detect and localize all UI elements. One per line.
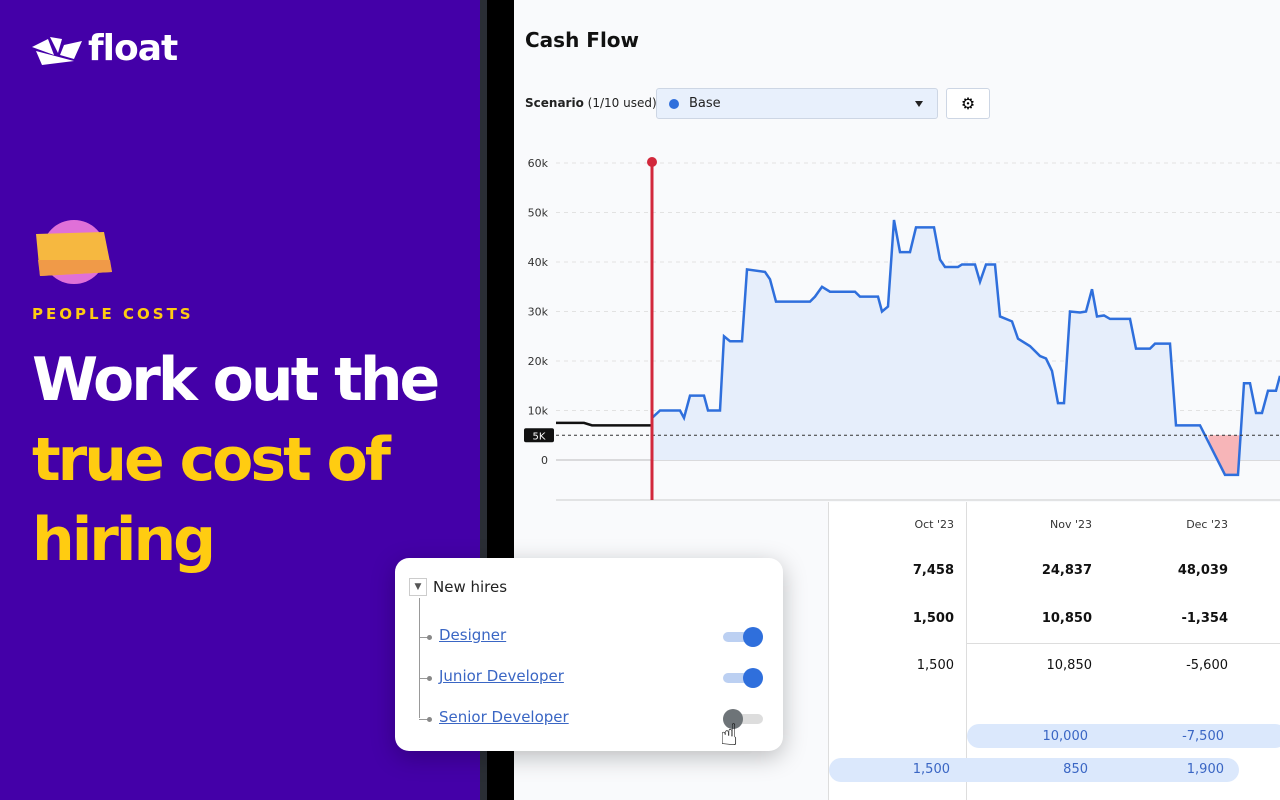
brand-name: float (88, 28, 178, 69)
y-tick-label: 60k (528, 157, 549, 170)
hire-toggle[interactable] (723, 668, 763, 688)
table-cell: 10,850 (1046, 658, 1093, 673)
table-cell: 48,039 (1177, 563, 1228, 578)
table-cell: -1,354 (1181, 611, 1228, 626)
toggle-knob (743, 627, 763, 647)
y-tick-label: 50k (528, 207, 549, 220)
hire-toggle[interactable] (723, 627, 763, 647)
table-cell: 1,500 (912, 611, 954, 626)
headline-line-1: Work out the (32, 345, 440, 415)
group-label: New hires (433, 578, 508, 596)
table-cell: 1,900 (1186, 762, 1224, 777)
month-header: Oct '23 (914, 518, 954, 531)
hire-link[interactable]: Designer (439, 626, 506, 644)
threshold-label: 5K (533, 431, 546, 442)
tree-line (419, 598, 420, 718)
money-icon (36, 220, 112, 284)
tree-node-dot (427, 717, 432, 722)
month-header: Dec '23 (1186, 518, 1228, 531)
cash-flow-table (828, 502, 1280, 800)
boat-icon (32, 36, 82, 65)
hand-cursor-icon: ☝ (720, 718, 739, 753)
eyebrow: PEOPLE COSTS (32, 305, 194, 323)
tree-node-dot (427, 635, 432, 640)
y-tick-label: 20k (528, 355, 549, 368)
new-hires-group[interactable]: ▼ New hires (409, 578, 507, 596)
toggle-knob (743, 668, 763, 688)
table-cell: 1,500 (916, 658, 954, 673)
table-cell: 1,500 (912, 762, 950, 777)
table-cell: -5,600 (1186, 658, 1228, 673)
y-tick-label: 30k (528, 306, 549, 319)
cash-flow-chart: 60k 50k 40k 30k 20k 10k 0 5K (524, 157, 1280, 501)
y-tick-label: 0 (541, 454, 548, 467)
headline-line-3: hiring (32, 505, 216, 575)
headline: Work out the true cost of hiring (32, 340, 440, 580)
today-marker-handle[interactable] (647, 157, 657, 167)
month-header: Nov '23 (1050, 518, 1092, 531)
forecast-area (652, 219, 1280, 475)
table-cell: 7,458 (912, 563, 954, 578)
table-cell: 24,837 (1041, 563, 1092, 578)
y-tick-label: 40k (528, 256, 549, 269)
tree-node-dot (427, 676, 432, 681)
actual-line (556, 421, 652, 427)
hire-link[interactable]: Senior Developer (439, 708, 569, 726)
y-tick-label: 10k (528, 405, 549, 418)
table-cell: -7,500 (1182, 729, 1224, 744)
table-cell: 10,000 (1042, 729, 1089, 744)
collapse-triangle-icon[interactable]: ▼ (409, 578, 427, 596)
table-cell: 850 (1063, 762, 1088, 777)
table-cell: 10,850 (1041, 611, 1092, 626)
hire-link[interactable]: Junior Developer (439, 667, 564, 685)
headline-line-2: true cost of (32, 425, 391, 495)
float-logo: float (32, 28, 178, 69)
